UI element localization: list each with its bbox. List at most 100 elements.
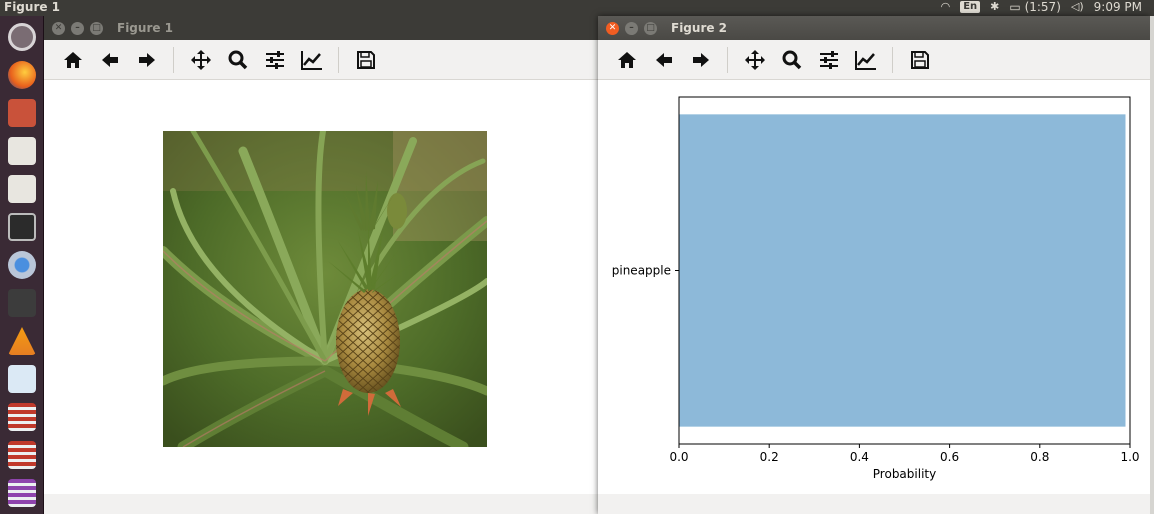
configure-subplots-icon: [266, 50, 284, 69]
figure-canvas[interactable]: [44, 80, 604, 494]
maximize-button[interactable]: □: [90, 21, 103, 35]
document-icon: [8, 365, 36, 393]
configure-subplots-button[interactable]: [814, 45, 844, 75]
maximize-icon: □: [646, 23, 655, 33]
forward-arrow-icon: [693, 52, 709, 67]
window-title: Figure 2: [671, 21, 728, 35]
figure-1-window: ✕ – □ Figure 1: [44, 16, 604, 514]
launcher-document[interactable]: [4, 362, 40, 396]
pan-button[interactable]: [740, 45, 770, 75]
files-icon: [8, 99, 36, 127]
bluetooth-icon[interactable]: ✱: [990, 0, 999, 14]
toolbar-separator: [727, 46, 728, 73]
launcher-stack-2[interactable]: [4, 438, 40, 472]
forward-arrow-icon: [139, 52, 155, 67]
window-2-titlebar[interactable]: ✕ – □ Figure 2: [598, 16, 1150, 40]
y-tick-label: pineapple: [612, 264, 671, 278]
zoom-icon: [782, 50, 802, 69]
window-edge: [1150, 16, 1154, 514]
x-tick-label: 0.2: [760, 450, 779, 464]
text-editor-icon: [8, 137, 36, 165]
home-button[interactable]: [612, 45, 642, 75]
pineapple-photo: [163, 131, 487, 447]
clock[interactable]: 9:09 PM: [1094, 0, 1142, 14]
zoom-button[interactable]: [223, 45, 253, 75]
ubuntu-logo-icon: [8, 23, 36, 51]
maximize-button[interactable]: □: [644, 21, 657, 35]
launcher-firefox[interactable]: [4, 58, 40, 92]
pan-button[interactable]: [186, 45, 216, 75]
launcher-stack-1[interactable]: [4, 400, 40, 434]
x-tick-label: 0.0: [669, 450, 688, 464]
configure-subplots-button[interactable]: [260, 45, 290, 75]
figure-2-window: ✕ – □ Figure 2 pineapple 0.0 0.2 0.4 0.6 0.8 1…: [598, 16, 1150, 514]
top-panel: Figure 1 ◠ En ✱ ▭ (1:57) ◁) 9:09 PM: [0, 0, 1154, 16]
pan-icon: [191, 49, 211, 70]
volume-icon[interactable]: ◁): [1071, 0, 1084, 14]
zoom-button[interactable]: [777, 45, 807, 75]
close-button[interactable]: ✕: [52, 21, 65, 35]
window-1-titlebar[interactable]: ✕ – □ Figure 1: [44, 16, 604, 40]
launcher-terminal[interactable]: [4, 210, 40, 244]
vlc-icon: [8, 327, 36, 355]
save-button[interactable]: [905, 45, 935, 75]
maximize-icon: □: [92, 23, 101, 33]
launcher-stack-3[interactable]: [4, 476, 40, 510]
save-button[interactable]: [351, 45, 381, 75]
save-icon: [357, 50, 375, 69]
app-stack-icon: [8, 479, 36, 507]
x-tick-label: 0.6: [940, 450, 959, 464]
probability-bar-chart: pineapple 0.0 0.2 0.4 0.6 0.8 1.0 Probability: [612, 96, 1140, 481]
minimize-icon: –: [629, 23, 634, 33]
minimize-button[interactable]: –: [71, 21, 84, 35]
toolbar-separator: [892, 46, 893, 73]
dash-button[interactable]: [4, 20, 40, 54]
active-window-title: Figure 1: [4, 0, 61, 14]
forward-button[interactable]: [132, 45, 162, 75]
status-bar: [44, 494, 604, 514]
edit-axis-button[interactable]: [297, 45, 327, 75]
zoom-icon: [228, 50, 248, 69]
launcher: [0, 16, 44, 514]
toolbar-separator: [173, 46, 174, 73]
launcher-app[interactable]: [4, 286, 40, 320]
launcher-text-editor-2[interactable]: [4, 172, 40, 206]
minimize-button[interactable]: –: [625, 21, 638, 35]
launcher-chromium[interactable]: [4, 248, 40, 282]
window-title: Figure 1: [117, 21, 174, 35]
edit-axis-button[interactable]: [851, 45, 881, 75]
home-icon: [64, 51, 82, 68]
back-button[interactable]: [95, 45, 125, 75]
edit-axis-icon: [301, 50, 322, 70]
configure-subplots-icon: [820, 50, 838, 69]
terminal-icon: [8, 213, 36, 241]
figure-canvas[interactable]: pineapple 0.0 0.2 0.4 0.6 0.8 1.0 Probability: [598, 80, 1150, 494]
close-icon: ✕: [608, 23, 617, 33]
forward-button[interactable]: [686, 45, 716, 75]
launcher-files[interactable]: [4, 96, 40, 130]
close-button[interactable]: ✕: [606, 21, 619, 35]
minimize-icon: –: [75, 23, 80, 33]
battery-icon: ▭: [1009, 0, 1021, 14]
battery-indicator[interactable]: ▭ (1:57): [1009, 0, 1060, 14]
launcher-text-editor[interactable]: [4, 134, 40, 168]
save-icon: [911, 50, 929, 69]
app-stack-icon: [8, 403, 36, 431]
launcher-vlc[interactable]: [4, 324, 40, 358]
firefox-icon: [8, 61, 36, 89]
back-arrow-icon: [656, 52, 672, 67]
keyboard-language-indicator[interactable]: En: [960, 1, 981, 13]
home-button[interactable]: [58, 45, 88, 75]
x-tick-label: 0.4: [850, 450, 869, 464]
text-editor-icon: [8, 175, 36, 203]
pan-icon: [745, 49, 765, 70]
chromium-icon: [8, 251, 36, 279]
back-button[interactable]: [649, 45, 679, 75]
system-tray: ◠ En ✱ ▭ (1:57) ◁) 9:09 PM: [941, 0, 1142, 14]
wifi-icon[interactable]: ◠: [941, 0, 951, 14]
back-arrow-icon: [102, 52, 118, 67]
navigation-toolbar: [598, 40, 1150, 80]
battery-time: (1:57): [1024, 0, 1061, 14]
status-bar: [598, 494, 1150, 514]
navigation-toolbar: [44, 40, 604, 80]
